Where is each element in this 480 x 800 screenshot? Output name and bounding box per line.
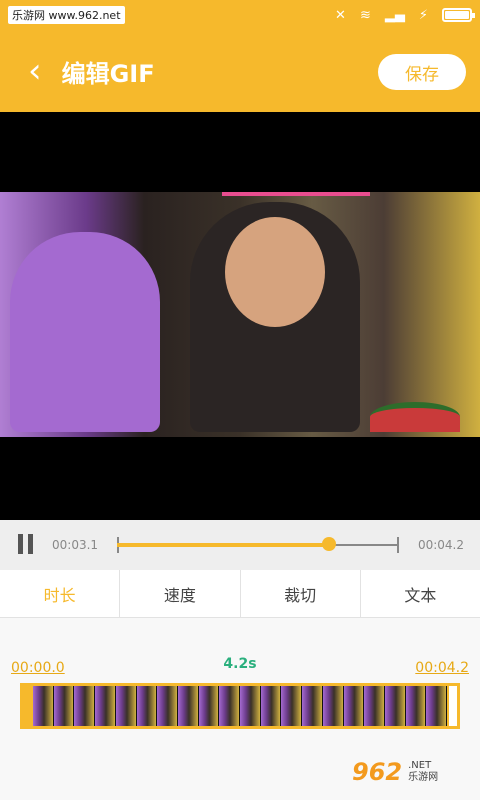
seek-track[interactable] (117, 537, 399, 553)
charging-icon: ⚡ (418, 7, 428, 23)
tab-text[interactable]: 文本 (361, 570, 480, 617)
frame-strip[interactable] (20, 683, 460, 729)
battery-icon (442, 8, 475, 22)
tab-speed[interactable]: 速度 (120, 570, 241, 617)
trim-handle-end[interactable] (447, 686, 457, 726)
end-time-label: 00:04.2 (415, 660, 469, 676)
back-icon[interactable]: ‹ (28, 54, 42, 88)
seek-knob[interactable] (321, 537, 336, 551)
mute-icon: ✕ (335, 7, 346, 23)
current-time: 00:03.1 (52, 538, 99, 552)
end-time: 00:04.2 (417, 538, 464, 552)
site-logo: 962 .NET 乐游网 (352, 752, 472, 792)
wifi-icon: ≋ (359, 7, 371, 23)
logo-name: 乐游网 (408, 772, 439, 783)
page-title: 编辑GIF (61, 59, 155, 88)
frame-thumbnails (33, 686, 448, 726)
tab-crop[interactable]: 裁切 (241, 570, 361, 617)
video-progress-indicator (222, 192, 370, 196)
logo-number: 962 (352, 758, 403, 786)
duration-label: 4.2s (223, 656, 257, 672)
playback-bar: 00:03.1 00:04.2 (0, 520, 480, 570)
status-bar: 乐游网 www.962.net ✕ ≋ ▂▄ ⚡ (0, 0, 480, 30)
video-preview[interactable] (0, 112, 480, 520)
logo-domain: .NET (408, 760, 432, 771)
watermark-text: 乐游网 www.962.net (8, 6, 125, 24)
trim-handle-start[interactable] (23, 686, 33, 726)
status-icons: ✕ ≋ ▂▄ ⚡ (335, 7, 475, 23)
seek-fill (117, 543, 329, 547)
tab-duration[interactable]: 时长 (0, 570, 121, 617)
signal-icon: ▂▄ (384, 7, 405, 23)
save-button[interactable]: 保存 (378, 54, 466, 90)
video-frame (0, 192, 480, 437)
pause-icon[interactable] (14, 534, 36, 556)
edit-tabs: 时长 速度 裁切 文本 (0, 570, 480, 618)
app-bar: ‹ 编辑GIF 保存 (0, 30, 480, 112)
